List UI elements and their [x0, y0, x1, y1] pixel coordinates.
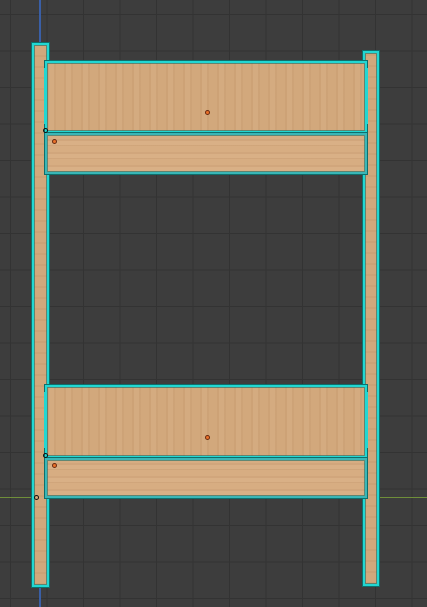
lower-panel[interactable]	[45, 385, 367, 458]
3d-viewport[interactable]	[0, 0, 427, 607]
upper-pivot-icon	[43, 128, 48, 133]
lower-rail[interactable]	[45, 458, 367, 498]
lower-rail-origin-icon	[52, 463, 57, 468]
right-post-edge-mark-lower	[366, 392, 368, 448]
upper-panel-origin-icon	[205, 110, 210, 115]
upper-panel[interactable]	[45, 61, 367, 133]
left-post-edge-mark-upper	[44, 68, 46, 124]
right-post-edge-mark-upper	[366, 68, 368, 124]
upper-rail[interactable]	[45, 133, 367, 174]
world-origin-icon	[34, 495, 39, 500]
left-post-edge-mark-lower	[44, 392, 46, 448]
lower-pivot-icon	[43, 453, 48, 458]
upper-rail-origin-icon	[52, 139, 57, 144]
lower-panel-origin-icon	[205, 435, 210, 440]
